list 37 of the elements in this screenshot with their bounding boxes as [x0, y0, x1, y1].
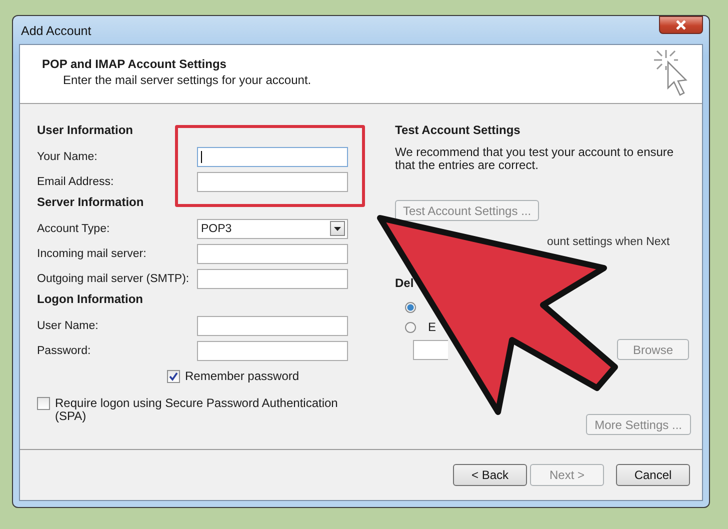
- close-button[interactable]: [659, 16, 703, 34]
- checkbox-label: Require logon using Secure Password Authentication (SPA): [55, 397, 339, 423]
- close-icon: [675, 20, 687, 30]
- section-heading: Server Information: [37, 194, 145, 211]
- input-field[interactable]: [197, 172, 348, 192]
- section-heading: Logon Information: [37, 291, 144, 308]
- input-field[interactable]: [197, 340, 348, 360]
- window-title: Add Account: [21, 23, 92, 38]
- field-label: Outgoing mail server (SMTP):: [37, 272, 190, 284]
- option-text: ount settings when Next: [547, 236, 671, 249]
- checkbox[interactable]: [37, 397, 50, 410]
- cancel-button[interactable]: Cancel: [616, 464, 690, 486]
- section-heading: Test Account Settings: [395, 122, 522, 139]
- file-path-field[interactable]: [413, 340, 448, 360]
- input-field[interactable]: [197, 316, 348, 336]
- checkbox[interactable]: [167, 370, 180, 382]
- field-label: Password:: [37, 344, 92, 356]
- back-button[interactable]: < Back: [453, 464, 527, 486]
- field-label: Email Address:: [37, 176, 115, 188]
- field-label: Account Type:: [37, 222, 111, 234]
- field-label: Incoming mail server:: [37, 248, 148, 260]
- page-heading: POP and IMAP Account Settings: [42, 57, 228, 71]
- account-type-dropdown[interactable]: POP3: [197, 218, 348, 238]
- section-heading: Del: [395, 275, 415, 292]
- section-heading: User Information: [37, 122, 134, 139]
- text-cursor: [201, 150, 202, 162]
- checkbox-label: Remember password: [185, 369, 300, 383]
- radio-button[interactable]: [405, 322, 416, 332]
- input-field[interactable]: [197, 146, 348, 166]
- radio-label: E: [428, 320, 436, 334]
- input-field[interactable]: [197, 244, 348, 264]
- field-label: User Name:: [37, 320, 100, 332]
- radio-button[interactable]: [405, 302, 416, 312]
- page-subtitle: Enter the mail server settings for your account.: [62, 73, 312, 87]
- field-label: Your Name:: [37, 150, 98, 162]
- input-field[interactable]: [197, 268, 348, 288]
- description-text: We recommend that you test your account to ensure that the entries are correct.: [395, 146, 675, 172]
